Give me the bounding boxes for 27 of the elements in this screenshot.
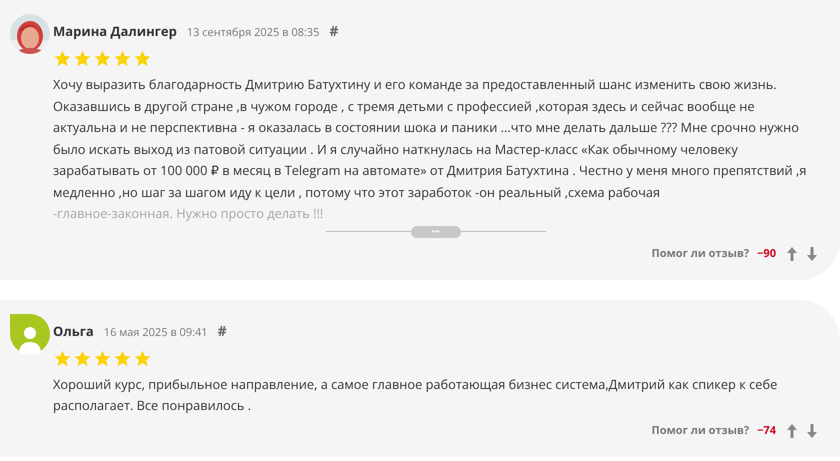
star-icon xyxy=(133,348,152,368)
review-date: 13 сентября 2025 в 08:35 xyxy=(186,25,320,40)
star-icon xyxy=(93,49,112,68)
downvote-button[interactable] xyxy=(806,246,818,262)
star-icon xyxy=(73,49,92,68)
vote-score: −74 xyxy=(757,423,776,438)
permalink[interactable]: # xyxy=(218,322,227,341)
vote-score: −90 xyxy=(757,246,776,262)
helpful-label: Помог ли отзыв? xyxy=(652,246,750,262)
faded-text: -главное-законная. Нужно просто делать !!! xyxy=(53,204,324,222)
author-name: Ольга xyxy=(53,322,94,340)
upvote-button[interactable] xyxy=(786,246,798,262)
review-text: Хочу выразить благодарность Дмитрию Батухтину и его команде за предоставленный шанс изменить свою жизнь. Оказавшись в другой стране ,в чужом городе , с тремя детьми с профессией ,которая здесь и сейчас вообще не актуальна и не перспективна - я оказалась в состоянии шока и паники ...что мне делать дальше ??? Мне срочно нужно было искать выход из патовой ситуации . И я случайно наткнулась на Мастер-класс «Как обычному человеку зарабатывать от 100 000 ₽ в месяц в Telegram на автомате» от Дмитрия Батухтина . Честно у меня много препятствий ,я медленно ,но шаг за шагом иду к цели , потому что этот заработок -он реальный ,схема рабочая xyxy=(53,74,808,203)
author-name: Марина Далингер xyxy=(53,22,177,40)
review-text: Хороший курс, прибыльное направление, а самое главное работающая бизнес система,Дмитрий как спикер к себе располагает. Все понравилось . xyxy=(53,374,778,416)
star-icon xyxy=(113,348,132,368)
star-icon xyxy=(133,49,152,68)
upvote-button[interactable] xyxy=(786,422,798,439)
star-icon xyxy=(93,348,112,368)
star-icon xyxy=(53,49,72,68)
helpful-label: Помог ли отзыв? xyxy=(652,423,750,438)
star-icon xyxy=(113,49,132,68)
star-icon xyxy=(73,348,92,368)
downvote-button[interactable] xyxy=(806,422,818,439)
star-icon xyxy=(53,348,72,368)
review-date: 16 мая 2025 в 09:41 xyxy=(104,324,208,340)
permalink[interactable]: # xyxy=(329,22,338,41)
